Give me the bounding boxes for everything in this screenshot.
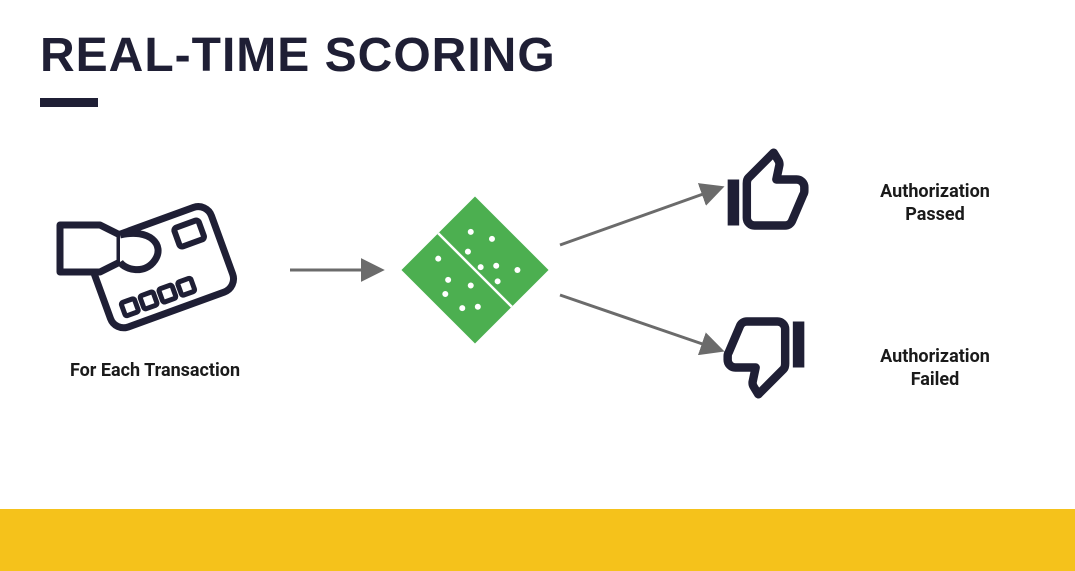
- node-model: [395, 190, 555, 350]
- node-passed-label: AuthorizationPassed: [835, 180, 1035, 227]
- thumbs-up-icon: [720, 145, 820, 237]
- ml-model-diamond-icon: [395, 190, 555, 350]
- title-underline: [40, 98, 98, 107]
- footer-accent-bar: [0, 509, 1075, 571]
- diagram-canvas: For Each Transaction: [0, 150, 1075, 480]
- arrow-model-to-failed: [560, 295, 720, 350]
- arrow-model-to-passed: [560, 188, 720, 245]
- node-failed-label: AuthorizationFailed: [835, 345, 1035, 392]
- node-passed: [720, 145, 820, 237]
- page-title: REAL-TIME SCORING: [40, 28, 556, 83]
- node-transaction: For Each Transaction: [55, 180, 255, 383]
- node-transaction-label: For Each Transaction: [55, 360, 255, 383]
- thumbs-down-icon: [720, 310, 820, 402]
- hand-card-icon: [55, 180, 255, 350]
- node-failed: [720, 310, 820, 402]
